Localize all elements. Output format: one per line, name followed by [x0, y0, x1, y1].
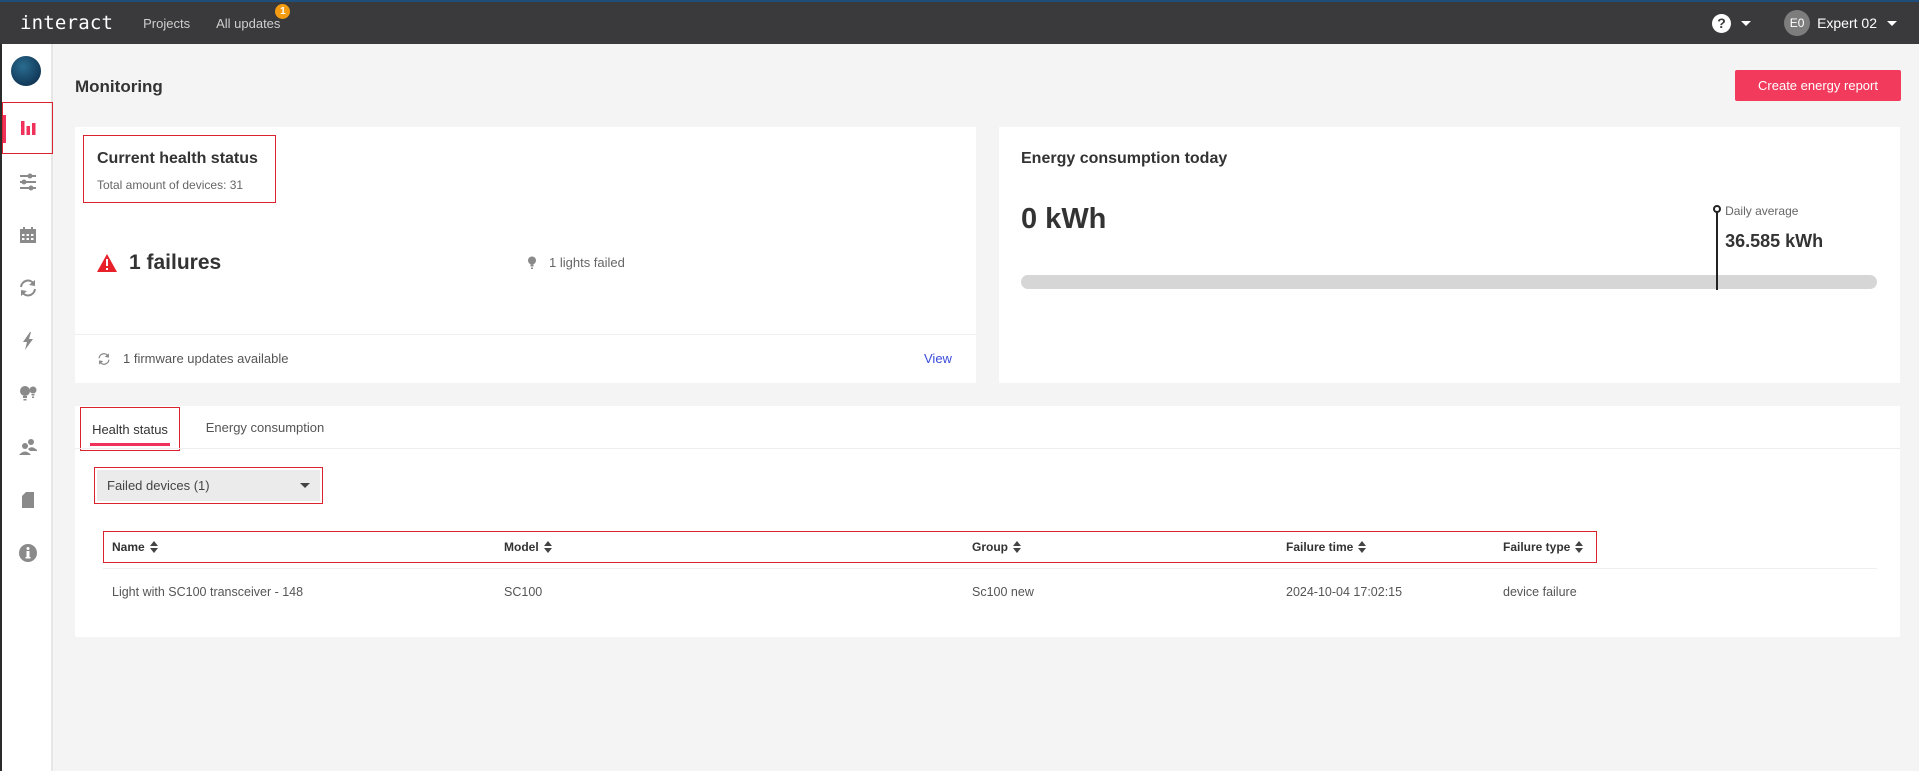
table-header-divider — [103, 568, 1877, 569]
sliders-icon — [19, 173, 36, 191]
energy-progress-bar — [1021, 275, 1877, 289]
nav-all-updates[interactable]: All updates 1 — [216, 3, 291, 31]
sidebar-item-controls[interactable] — [2, 156, 53, 208]
user-chevron-down-icon[interactable] — [1887, 20, 1897, 26]
project-globe-icon[interactable] — [11, 56, 41, 86]
create-energy-report-button[interactable]: Create energy report — [1735, 70, 1901, 101]
energy-title: Energy consumption today — [1021, 150, 1228, 167]
daily-average-value: 36.585 kWh — [1725, 231, 1824, 251]
info-icon — [18, 544, 37, 562]
user-name[interactable]: Expert 02 — [1817, 15, 1877, 31]
firmware-updates-text: 1 firmware updates available — [123, 351, 289, 366]
app-logo[interactable]: interact — [20, 12, 113, 34]
column-header-model[interactable]: Model — [504, 540, 552, 554]
sidebar-item-documents[interactable] — [2, 474, 53, 526]
sidebar-item-energy[interactable] — [2, 315, 53, 367]
failures-summary: 1 failures — [97, 251, 221, 275]
lights-failed: 1 lights failed — [527, 255, 625, 270]
health-title: Current health status — [97, 150, 258, 167]
top-bar: interact Projects All updates 1 ? E0 Exp… — [0, 0, 1919, 44]
view-firmware-link[interactable]: View — [924, 351, 952, 366]
column-header-failure-time-label: Failure time — [1286, 540, 1354, 554]
sort-icon — [1013, 541, 1021, 553]
help-chevron-down-icon[interactable] — [1741, 20, 1752, 26]
failures-count: 1 failures — [129, 251, 222, 274]
column-header-failure-type-label: Failure type — [1503, 540, 1571, 554]
refresh-icon — [98, 352, 110, 365]
question-circle-icon[interactable]: ? — [1712, 13, 1732, 33]
bulb-icon — [528, 256, 536, 269]
tabs-divider — [75, 448, 1900, 449]
updates-count-badge: 1 — [275, 3, 291, 19]
lightning-icon — [22, 332, 33, 350]
sidebar-item-schedules[interactable] — [2, 209, 53, 261]
cell-group: Sc100 new — [972, 585, 1034, 599]
daily-average-marker — [1713, 205, 1722, 290]
sidebar-item-lights[interactable] — [2, 368, 53, 420]
sidebar — [0, 44, 53, 771]
sidebar-item-monitoring[interactable] — [2, 102, 53, 154]
firmware-updates: 1 firmware updates available — [97, 351, 288, 366]
column-header-group-label: Group — [972, 540, 1008, 554]
device-filter-highlight: Failed devices (1) — [94, 467, 323, 504]
column-header-name-label: Name — [112, 540, 145, 554]
sort-icon — [149, 541, 158, 553]
lights-failed-text: 1 lights failed — [549, 255, 625, 270]
daily-average-label: Daily average — [1725, 204, 1799, 218]
health-status-card: Current health status Total amount of de… — [75, 127, 976, 383]
column-header-model-label: Model — [504, 540, 539, 554]
warning-triangle-icon — [97, 254, 117, 272]
sidebar-item-info[interactable] — [2, 527, 53, 579]
energy-consumption-card: Energy consumption today 0 kWh Daily ave… — [999, 127, 1900, 383]
tab-energy-consumption[interactable]: Energy consumption — [195, 406, 335, 449]
divider — [75, 334, 976, 335]
column-header-failure-time[interactable]: Failure time — [1286, 540, 1367, 554]
cell-failure-type: device failure — [1503, 585, 1577, 599]
cell-failure-time: 2024-10-04 17:02:15 — [1286, 585, 1403, 599]
column-header-name[interactable]: Name — [112, 540, 158, 554]
nav-projects[interactable]: Projects — [143, 16, 190, 31]
document-icon — [21, 492, 34, 508]
device-filter-select[interactable]: Failed devices (1) — [97, 470, 320, 501]
sort-icon — [1575, 541, 1584, 553]
daily-average-marker-dot — [1713, 205, 1722, 213]
page-title: Monitoring — [75, 77, 163, 96]
sidebar-item-updates[interactable] — [2, 262, 53, 314]
device-filter-value: Failed devices (1) — [107, 478, 210, 493]
sidebar-item-users[interactable] — [2, 421, 53, 473]
chevron-down-icon — [300, 483, 310, 488]
nav-all-updates-label: All updates — [216, 15, 281, 31]
column-header-failure-type[interactable]: Failure type — [1503, 540, 1584, 554]
bulbs-icon — [19, 386, 36, 401]
users-icon — [18, 439, 37, 455]
total-devices: Total amount of devices: 31 — [97, 178, 244, 192]
health-header-highlight — [83, 135, 276, 203]
tab-health-status[interactable]: Health status — [80, 407, 180, 451]
cell-name[interactable]: Light with SC100 transceiver - 148 — [112, 585, 303, 599]
active-tab-indicator — [90, 443, 170, 446]
table-header-highlight — [103, 531, 1597, 563]
calendar-icon — [19, 227, 36, 243]
avatar[interactable]: E0 — [1784, 10, 1811, 36]
cell-model: SC100 — [504, 585, 543, 599]
bar-chart-icon — [20, 121, 35, 135]
sort-icon — [543, 541, 552, 553]
column-header-group[interactable]: Group — [972, 540, 1021, 554]
refresh-icon — [19, 279, 36, 297]
sort-icon — [1358, 541, 1367, 553]
energy-today-value: 0 kWh — [1021, 203, 1107, 235]
details-card: Health status Energy consumption Failed … — [75, 406, 1900, 637]
tab-health-status-label: Health status — [92, 421, 168, 437]
